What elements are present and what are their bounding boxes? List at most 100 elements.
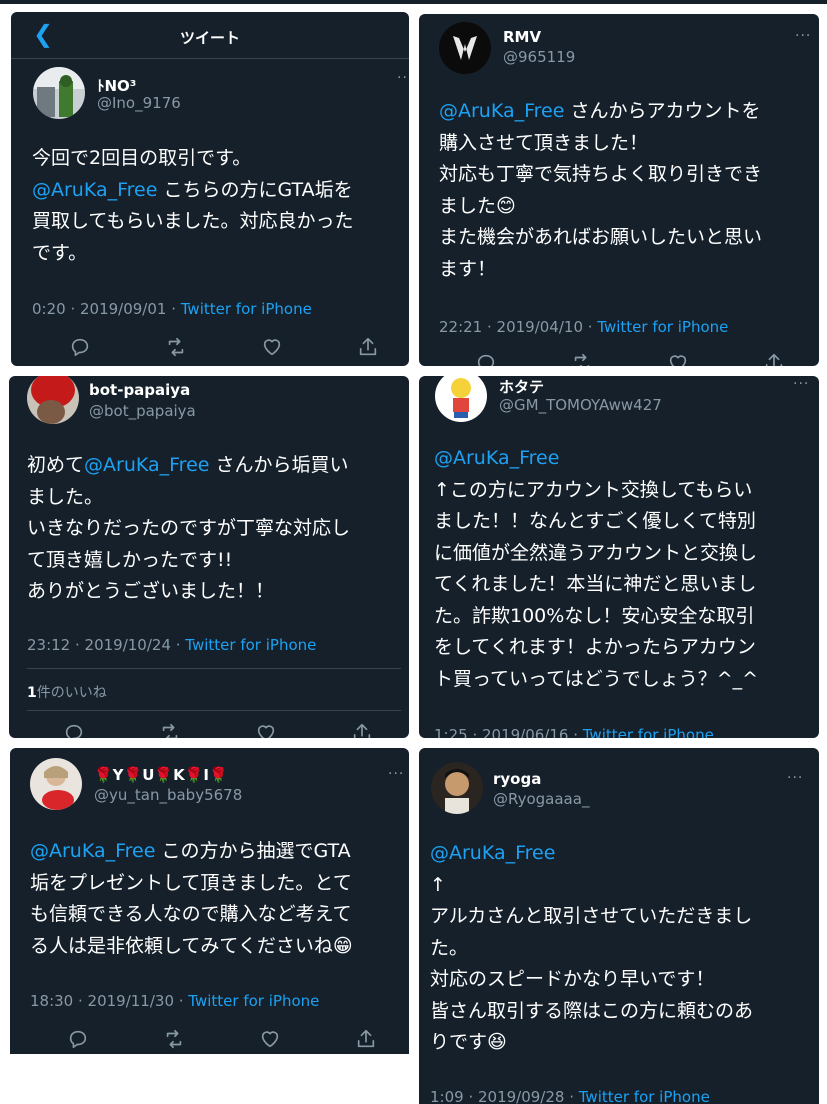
share-icon[interactable] — [355, 1028, 377, 1050]
tweet-source-link[interactable]: Twitter for iPhone — [181, 300, 312, 318]
heart-icon[interactable] — [261, 336, 283, 358]
action-bar — [475, 352, 785, 366]
retweet-icon[interactable] — [163, 1028, 185, 1050]
reply-icon[interactable] — [69, 336, 91, 358]
mention-link[interactable]: @AruKa_Free — [434, 447, 559, 469]
tweet-body: @AruKa_Free ↑ アルカさんと取引させていただきまし た。 対応のスピ… — [430, 838, 753, 1059]
divider — [27, 668, 401, 669]
tweet-meta: 22:21 · 2019/04/10 · Twitter for iPhone — [439, 318, 728, 336]
action-bar — [67, 1028, 377, 1052]
likes-number: 1 — [27, 685, 37, 701]
tweet-header-bar: ❮ ツイート — [11, 12, 409, 59]
tweet-line: ↑この方にアカウント交換してもらい — [434, 478, 753, 501]
tweet-line: た。詐欺100%なし！安心安全な取引 — [434, 604, 755, 627]
tweet-line: 皆さん取引する際はこの方に頼むのあ — [430, 999, 754, 1022]
tweet-body: @AruKa_Free この方から抽選でGTA 垢をプレゼントして頂きました。と… — [30, 836, 353, 962]
avatar[interactable] — [30, 758, 82, 810]
user-handle[interactable]: @Ino_9176 — [97, 94, 181, 112]
heart-icon[interactable] — [255, 722, 277, 738]
tweet-line: @AruKa_Free さんからアカウントを — [439, 96, 762, 128]
heart-icon[interactable] — [259, 1028, 281, 1050]
share-icon[interactable] — [357, 336, 379, 358]
tweet-timestamp: 22:21 · 2019/04/10 · — [439, 318, 598, 336]
tweet-line: ます！ — [439, 257, 497, 280]
mention-link[interactable]: @AruKa_Free — [430, 842, 555, 864]
share-icon[interactable] — [351, 722, 373, 738]
tweet-line-text: さんからアカウントを — [564, 100, 761, 122]
display-name[interactable]: ryoga — [493, 770, 541, 788]
tweet-line: アルカさんと取引させていただきまし — [430, 905, 753, 927]
tweet-line: 今回で2回目の取引です。 — [32, 147, 252, 169]
tweet-card-1: ❮ ツイート ﾄNO³ @Ino_9176 ··· 今回で2回目の取引です。 @… — [11, 12, 409, 366]
tweet-line: 対応のスピードかなり早いです！ — [430, 968, 715, 990]
avatar[interactable] — [439, 22, 491, 74]
user-handle[interactable]: @GM_TOMOYAww427 — [499, 396, 662, 414]
more-options-icon[interactable]: ··· — [397, 70, 409, 86]
divider — [27, 710, 401, 711]
retweet-icon[interactable] — [571, 352, 593, 366]
user-handle[interactable]: @bot_papaiya — [89, 402, 196, 420]
avatar[interactable] — [27, 376, 79, 424]
likes-count[interactable]: 1件のいいね — [27, 682, 107, 702]
avatar[interactable] — [435, 376, 487, 422]
display-name[interactable]: RMV — [503, 28, 541, 46]
mention-link[interactable]: @AruKa_Free — [32, 179, 157, 201]
tweet-card-5: 🌹Y🌹U🌹K🌹I🌹 @yu_tan_baby5678 ··· @AruKa_Fr… — [10, 748, 409, 1054]
tweet-meta: 1:25 · 2019/06/16 · Twitter for iPhone — [434, 726, 714, 738]
mention-link[interactable]: @AruKa_Free — [439, 100, 564, 122]
display-name[interactable]: ﾄNO³ — [97, 75, 136, 96]
tweet-line: です。 — [32, 241, 88, 264]
reply-icon[interactable] — [475, 352, 497, 366]
tweet-line: りです😆 — [430, 1031, 507, 1053]
mention-link[interactable]: @AruKa_Free — [30, 840, 155, 862]
tweet-source-link[interactable]: Twitter for iPhone — [185, 636, 316, 654]
tweet-line: ありがとうございました！！ — [27, 580, 275, 602]
retweet-icon[interactable] — [165, 336, 187, 358]
share-icon[interactable] — [763, 352, 785, 366]
heart-icon[interactable] — [667, 352, 689, 366]
tweet-line: る人は是非依頼してみてくださいね😁 — [30, 934, 353, 957]
action-bar — [69, 336, 379, 360]
mention-link[interactable]: @AruKa_Free — [84, 454, 209, 476]
tweet-source-link[interactable]: Twitter for iPhone — [579, 1088, 710, 1104]
tweet-meta: 0:20 · 2019/09/01 · Twitter for iPhone — [32, 300, 312, 318]
tweet-line: て頂き嬉しかったです!! — [27, 548, 233, 571]
tweet-source-link[interactable]: Twitter for iPhone — [583, 726, 714, 738]
tweet-timestamp: 1:25 · 2019/06/16 · — [434, 726, 583, 738]
more-options-icon[interactable]: ··· — [388, 766, 404, 782]
user-handle[interactable]: @965119 — [503, 48, 575, 66]
tweet-timestamp: 23:12 · 2019/10/24 · — [27, 636, 186, 654]
tweet-line: 購入させて頂きました！ — [439, 131, 649, 154]
tweet-line-text: この方から抽選でGTA — [155, 840, 351, 862]
user-handle[interactable]: @yu_tan_baby5678 — [94, 786, 242, 804]
avatar[interactable] — [33, 67, 85, 119]
avatar[interactable] — [431, 762, 483, 814]
tweet-source-link[interactable]: Twitter for iPhone — [597, 318, 728, 336]
reply-icon[interactable] — [63, 722, 85, 738]
tweet-line: に価値が全然違うアカウントと交換し — [434, 541, 758, 564]
display-name[interactable]: ホタテ — [499, 376, 544, 397]
tweet-line: いきなりだったのですが丁寧な対応し — [27, 517, 351, 539]
tweet-line: @AruKa_Free この方から抽選でGTA — [30, 836, 353, 868]
tweet-card-3: bot-papaiya @bot_papaiya 初めて@AruKa_Free … — [9, 376, 409, 738]
more-options-icon[interactable]: ··· — [793, 376, 809, 392]
tweet-line: をしてくれます！よかったらアカウン — [434, 636, 756, 658]
reply-icon[interactable] — [67, 1028, 89, 1050]
more-options-icon[interactable]: ··· — [795, 28, 811, 44]
tweet-card-6: ryoga @Ryogaaaa_ ··· @AruKa_Free ↑ アルカさん… — [419, 748, 819, 1104]
display-name[interactable]: 🌹Y🌹U🌹K🌹I🌹 — [94, 766, 228, 784]
tweet-meta: 18:30 · 2019/11/30 · Twitter for iPhone — [30, 992, 319, 1010]
user-handle[interactable]: @Ryogaaaa_ — [493, 790, 589, 808]
tweet-source-link[interactable]: Twitter for iPhone — [188, 992, 319, 1010]
tweet-line-text: こちらの方にGTA垢を — [157, 178, 353, 201]
display-name[interactable]: bot-papaiya — [89, 381, 190, 399]
retweet-icon[interactable] — [159, 722, 181, 738]
tweet-line: 初めて@AruKa_Free さんから垢買い — [27, 450, 350, 482]
tweet-body: @AruKa_Free ↑この方にアカウント交換してもらい ました！！なんとすご… — [434, 443, 758, 695]
tweet-body: @AruKa_Free さんからアカウントを 購入させて頂きました！ 対応も丁寧… — [439, 96, 762, 285]
more-options-icon[interactable]: ··· — [787, 770, 803, 786]
tweet-line: 垢をプレゼントして頂きました。とて — [30, 871, 352, 894]
tweet-timestamp: 18:30 · 2019/11/30 · — [30, 992, 189, 1010]
tweet-line: ました😊 — [439, 194, 516, 217]
tweet-line: また機会があればお願いしたいと思い — [439, 226, 763, 248]
